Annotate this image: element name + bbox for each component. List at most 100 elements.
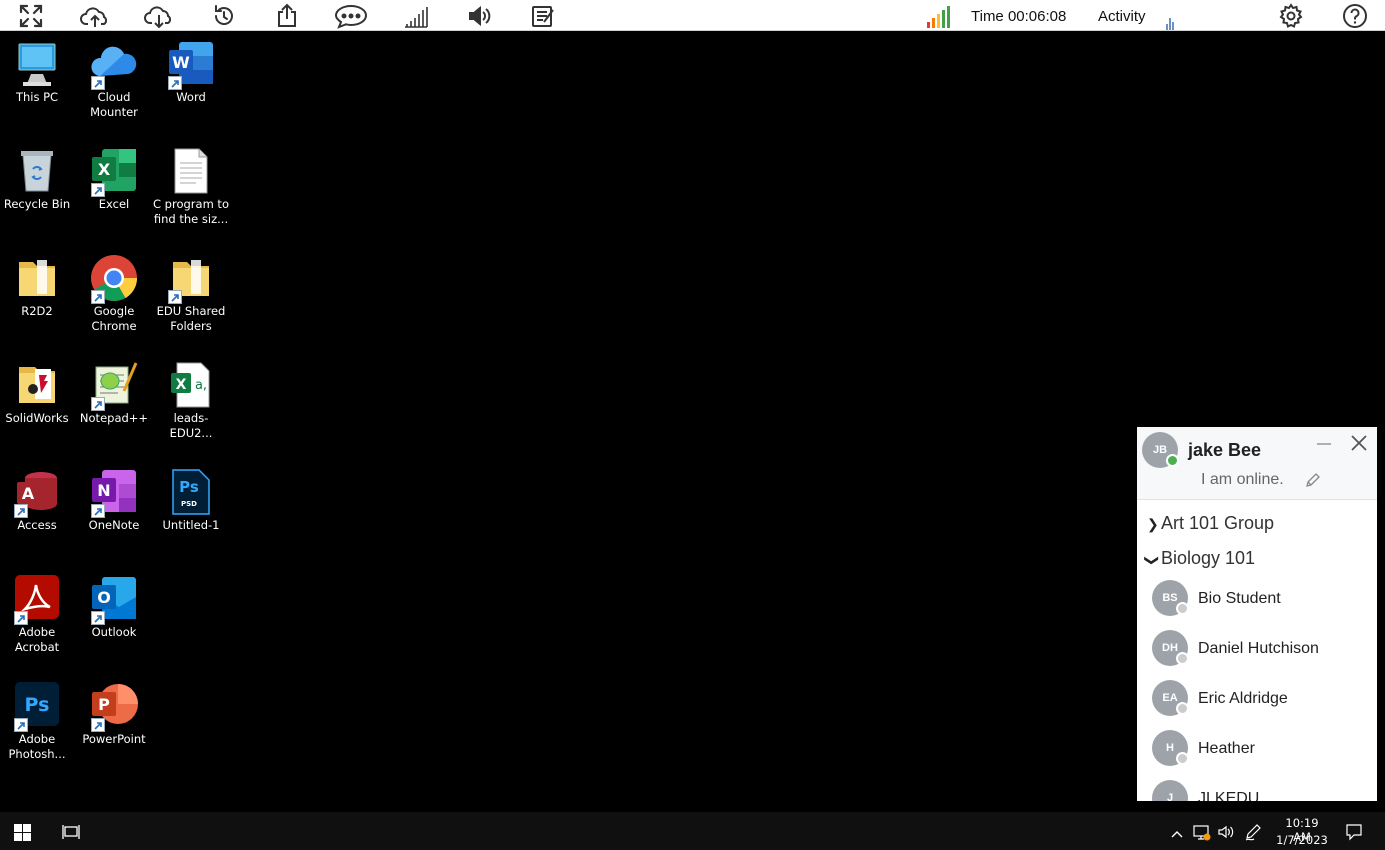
fullscreen-icon[interactable] <box>18 3 44 29</box>
avatar-initials: DH <box>1162 642 1178 654</box>
avatar-initials: BS <box>1162 592 1178 604</box>
powerpoint-icon: P <box>90 682 138 732</box>
shortcut-arrow-icon <box>14 611 28 625</box>
shortcut-arrow-icon <box>91 611 105 625</box>
desktop-icon-powerpoint[interactable]: P PowerPoint <box>76 682 152 747</box>
offline-presence-icon <box>1176 702 1189 715</box>
group-label: Art 101 Group <box>1161 513 1275 533</box>
desktop-icon-this-pc[interactable]: This PC <box>0 40 75 105</box>
solidworks-icon <box>13 361 61 409</box>
desktop-icon-word[interactable]: W Word <box>153 40 229 105</box>
contact-heather[interactable]: H Heather <box>1152 730 1372 770</box>
outlook-icon: O <box>90 575 138 625</box>
desktop-icon-notepad-plus-plus[interactable]: Notepad++ <box>76 361 152 426</box>
shortcut-arrow-icon <box>14 718 28 732</box>
contact-daniel-hutchison[interactable]: DH Daniel Hutchison <box>1152 630 1372 670</box>
speaker-icon[interactable] <box>1217 824 1235 840</box>
chat-header: JB jake Bee I am online. <box>1137 427 1377 500</box>
chevron-right-icon: ❯ <box>1147 516 1159 532</box>
chevron-up-icon[interactable] <box>1170 825 1184 838</box>
contact-eric-aldridge[interactable]: EA Eric Aldridge <box>1152 680 1372 720</box>
acrobat-icon <box>13 575 61 625</box>
svg-text:Ps: Ps <box>179 478 199 496</box>
pencil-icon[interactable] <box>1304 473 1320 489</box>
desktop-icon-edu-shared-folders[interactable]: EDU Shared Folders <box>153 254 229 334</box>
shortcut-arrow-icon <box>91 76 105 90</box>
desktop-icon-excel[interactable]: X Excel <box>76 147 152 212</box>
svg-text:a,: a, <box>195 378 207 393</box>
offline-presence-icon <box>1176 652 1189 665</box>
help-icon[interactable] <box>1342 3 1368 29</box>
activity-label[interactable]: Activity <box>1098 8 1146 25</box>
shortcut-arrow-icon <box>91 504 105 518</box>
cloud-upload-icon[interactable] <box>80 3 110 29</box>
desktop-icon-access[interactable]: A Access <box>0 468 75 533</box>
network-warning-icon[interactable] <box>1193 823 1211 841</box>
gear-icon[interactable] <box>1278 3 1304 29</box>
contact-name: JLKEDU <box>1198 790 1260 801</box>
chrome-icon <box>90 254 138 304</box>
shortcut-arrow-icon <box>91 397 105 411</box>
windows-start-icon[interactable] <box>14 824 31 841</box>
notification-center-icon[interactable] <box>1345 823 1363 841</box>
contact-jlkedu[interactable]: J JLKEDU <box>1152 780 1372 801</box>
offline-presence-icon <box>1176 602 1189 615</box>
avatar-initials: J <box>1166 792 1174 801</box>
onenote-icon: N <box>90 468 138 518</box>
group-art-101[interactable]: ❯ Art 101 Group <box>1147 513 1274 534</box>
desktop-icon-untitled-psd[interactable]: Ps PSD Untitled-1 <box>153 468 229 533</box>
desktop-icon-onenote[interactable]: N OneNote <box>76 468 152 533</box>
restore-icon[interactable] <box>211 3 237 29</box>
folder-icon <box>167 254 215 304</box>
task-view-icon[interactable] <box>62 824 80 840</box>
signal-bars-icon[interactable] <box>403 3 429 29</box>
cloud-download-icon[interactable] <box>143 3 175 29</box>
shortcut-arrow-icon <box>168 76 182 90</box>
share-icon[interactable] <box>274 3 300 29</box>
close-icon[interactable] <box>1349 433 1369 453</box>
desktop-icon-leads-csv[interactable]: X a, leads-EDU2... <box>153 361 229 441</box>
desktop-icon-outlook[interactable]: O Outlook <box>76 575 152 640</box>
desktop-icon-recycle-bin[interactable]: Recycle Bin <box>0 147 75 212</box>
minimize-icon[interactable] <box>1315 435 1333 453</box>
desktop-icon-cloud-mounter[interactable]: Cloud Mounter <box>76 40 152 120</box>
avatar-initials: EA <box>1162 692 1178 704</box>
avatar: DH <box>1152 630 1189 666</box>
avatar-initials: H <box>1166 742 1174 754</box>
desktop-icon-adobe-acrobat[interactable]: Adobe Acrobat <box>0 575 75 655</box>
offline-presence-icon <box>1176 752 1189 765</box>
taskbar: 10:19 AM 1/7/2023 <box>0 812 1385 850</box>
session-timer: Time 00:06:08 <box>971 8 1067 25</box>
contact-name: Eric Aldridge <box>1198 690 1288 707</box>
desktop-icon-google-chrome[interactable]: Google Chrome <box>76 254 152 334</box>
document-icon <box>167 147 215 195</box>
online-presence-icon <box>1166 454 1179 467</box>
contact-name: Daniel Hutchison <box>1198 640 1319 657</box>
svg-text:O: O <box>97 588 111 607</box>
desktop-icon-r2d2[interactable]: R2D2 <box>0 254 75 319</box>
cloud-icon <box>90 40 138 90</box>
clock-date[interactable]: 1/7/2023 <box>1276 833 1328 847</box>
chevron-down-icon: ❯ <box>1144 554 1161 567</box>
recycle-bin-icon <box>13 147 61 195</box>
svg-text:PSD: PSD <box>181 500 197 508</box>
avatar: J <box>1152 780 1188 801</box>
group-label: Biology 101 <box>1161 548 1256 568</box>
desktop-icon-c-program-document[interactable]: C program to find the siz... <box>153 147 229 227</box>
pen-icon[interactable] <box>1244 823 1262 841</box>
notes-icon[interactable] <box>530 3 556 29</box>
volume-icon[interactable] <box>467 3 493 29</box>
my-name: jake Bee <box>1188 440 1262 460</box>
excel-csv-icon: X a, <box>167 361 215 409</box>
chat-icon[interactable] <box>333 3 369 29</box>
my-avatar[interactable]: JB <box>1142 432 1179 468</box>
contact-bio-student[interactable]: BS Bio Student <box>1152 580 1372 620</box>
avatar: H <box>1152 730 1189 766</box>
desktop-icon-solidworks[interactable]: SolidWorks <box>0 361 75 426</box>
group-biology-101[interactable]: ❯Biology 101 <box>1144 548 1256 569</box>
shortcut-arrow-icon <box>91 718 105 732</box>
desktop-icon-adobe-photoshop[interactable]: Ps Adobe Photosh... <box>0 682 75 762</box>
shortcut-arrow-icon <box>91 183 105 197</box>
excel-icon: X <box>90 147 138 197</box>
svg-text:A: A <box>22 484 35 503</box>
